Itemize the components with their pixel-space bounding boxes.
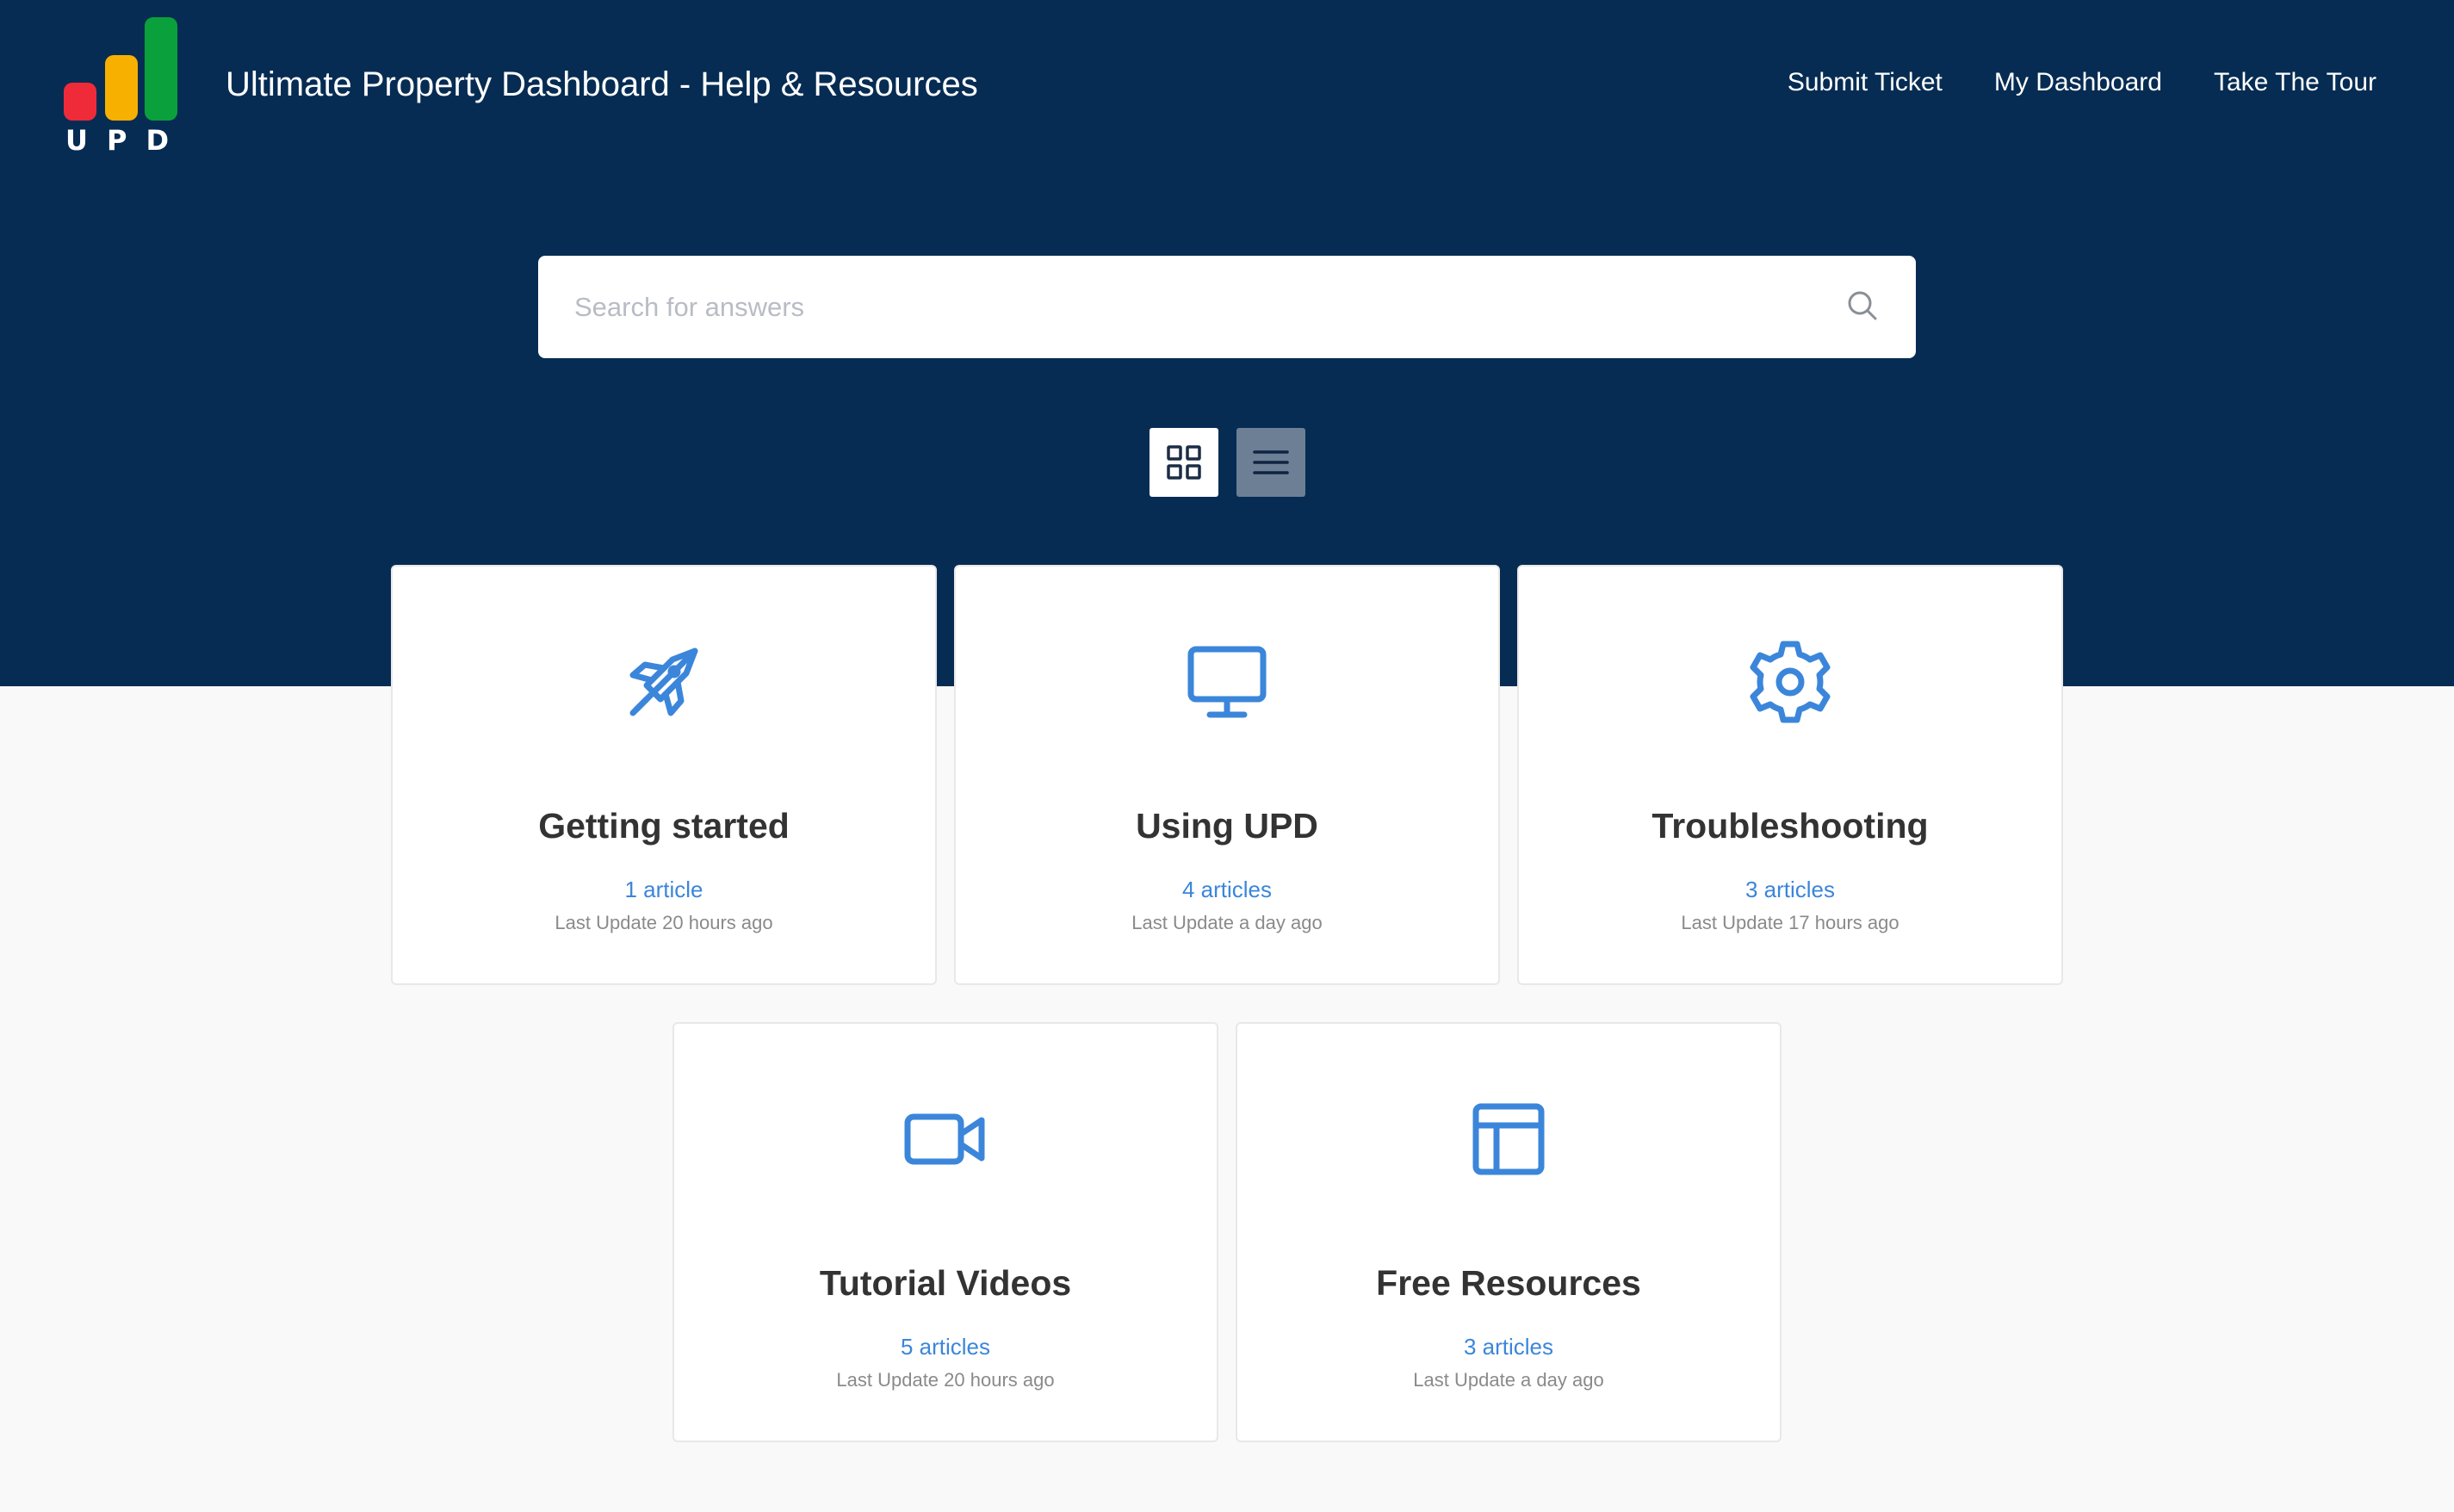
grid-icon bbox=[1167, 445, 1201, 480]
card-title: Using UPD bbox=[1136, 806, 1318, 846]
list-view-button[interactable] bbox=[1236, 428, 1305, 497]
card-title: Getting started bbox=[538, 806, 790, 846]
grid-view-button[interactable] bbox=[1150, 428, 1218, 497]
search-input[interactable] bbox=[538, 256, 1813, 358]
article-count[interactable]: 3 articles bbox=[1237, 1332, 1780, 1361]
category-card-using-upd[interactable]: Using UPD 4 articles Last Update a day a… bbox=[954, 565, 1500, 985]
nav-submit-ticket[interactable]: Submit Ticket bbox=[1788, 65, 1943, 100]
search-icon[interactable] bbox=[1845, 288, 1880, 323]
last-update: Last Update a day ago bbox=[1413, 1369, 1604, 1391]
card-title: Tutorial Videos bbox=[819, 1263, 1072, 1303]
last-update: Last Update 20 hours ago bbox=[555, 912, 773, 933]
last-update: Last Update 20 hours ago bbox=[836, 1369, 1055, 1391]
logo-bars-icon: UPD bbox=[64, 17, 183, 153]
video-camera-icon bbox=[902, 1096, 988, 1182]
site-title: Ultimate Property Dashboard - Help & Res… bbox=[226, 65, 978, 103]
logo-text: UPD bbox=[65, 124, 183, 153]
layout-icon bbox=[1466, 1096, 1552, 1182]
category-card-troubleshooting[interactable]: Troubleshooting 3 articles Last Update 1… bbox=[1517, 565, 2063, 985]
search-box bbox=[538, 256, 1916, 358]
view-toggle bbox=[1150, 428, 1305, 497]
article-count[interactable]: 1 article bbox=[393, 875, 935, 904]
last-update: Last Update 17 hours ago bbox=[1681, 912, 1899, 933]
article-count[interactable]: 3 articles bbox=[1519, 875, 2061, 904]
card-title: Free Resources bbox=[1376, 1263, 1641, 1303]
gear-icon bbox=[1747, 639, 1833, 725]
nav-my-dashboard[interactable]: My Dashboard bbox=[1994, 65, 2162, 100]
last-update: Last Update a day ago bbox=[1131, 912, 1323, 933]
category-card-getting-started[interactable]: Getting started 1 article Last Update 20… bbox=[391, 565, 937, 985]
category-card-tutorial-videos[interactable]: Tutorial Videos 5 articles Last Update 2… bbox=[672, 1022, 1218, 1442]
article-count[interactable]: 4 articles bbox=[956, 875, 1498, 904]
upd-logo[interactable]: UPD bbox=[62, 15, 183, 153]
monitor-icon bbox=[1184, 639, 1270, 725]
list-icon bbox=[1253, 450, 1289, 474]
rocket-icon bbox=[621, 639, 707, 725]
card-title: Troubleshooting bbox=[1651, 806, 1929, 846]
top-nav: Submit Ticket My Dashboard Take The Tour bbox=[1788, 65, 2377, 100]
article-count[interactable]: 5 articles bbox=[674, 1332, 1217, 1361]
nav-take-the-tour[interactable]: Take The Tour bbox=[2214, 65, 2377, 100]
category-card-free-resources[interactable]: Free Resources 3 articles Last Update a … bbox=[1236, 1022, 1782, 1442]
